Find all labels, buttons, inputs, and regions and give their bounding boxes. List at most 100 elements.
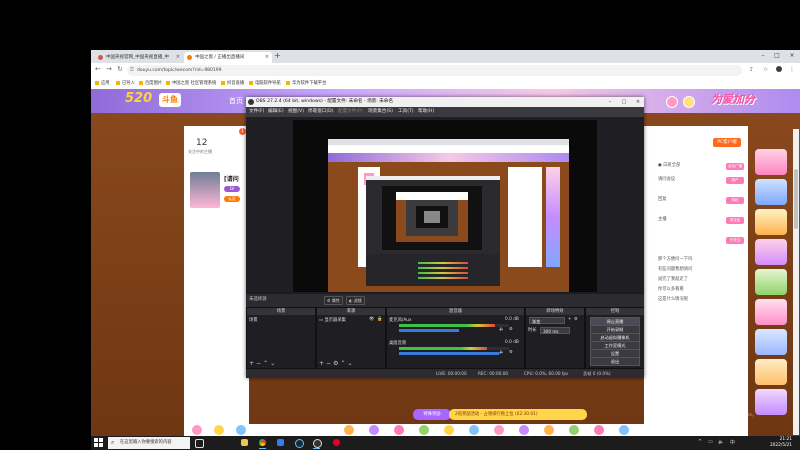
activity-thumb[interactable] bbox=[755, 329, 787, 355]
duration-input[interactable]: 300 ms bbox=[540, 327, 570, 334]
share-icon[interactable]: ⇪ bbox=[749, 66, 754, 73]
activity-thumb[interactable] bbox=[755, 149, 787, 175]
preview-canvas[interactable] bbox=[293, 120, 597, 292]
gift-icon[interactable] bbox=[214, 425, 224, 435]
source-item[interactable]: ▭ 显示器采集 bbox=[319, 317, 346, 323]
bookmark-item[interactable]: 电脑软件导航 bbox=[249, 79, 281, 88]
volume-slider[interactable] bbox=[399, 329, 459, 332]
lock-icon[interactable]: 🔒 bbox=[377, 317, 382, 322]
bookmark-item[interactable]: 中国之窗 社区管理系统 bbox=[166, 79, 216, 88]
netease-music-icon[interactable] bbox=[331, 437, 342, 449]
taskbar-search-input[interactable]: ⌕ 在这里输入你要搜索的内容 bbox=[108, 437, 190, 449]
avatar[interactable] bbox=[666, 96, 678, 108]
gift-icon[interactable] bbox=[619, 425, 629, 435]
filters-button[interactable]: ◐ 滤镜 bbox=[346, 296, 365, 305]
ime-indicator[interactable]: 中 bbox=[730, 439, 735, 446]
scrollbar-thumb[interactable] bbox=[794, 169, 798, 229]
streamer-thumbnail[interactable] bbox=[190, 172, 220, 208]
activity-thumb[interactable] bbox=[755, 179, 787, 205]
avatar[interactable] bbox=[683, 96, 695, 108]
gift-icon[interactable] bbox=[444, 425, 454, 435]
back-icon[interactable]: ← bbox=[95, 65, 101, 73]
menu-help[interactable]: 帮助(H) bbox=[418, 107, 434, 117]
star-icon[interactable]: ☆ bbox=[763, 66, 768, 73]
chat-pill[interactable]: 特权 bbox=[726, 197, 744, 204]
taskbar-clock[interactable]: 21:21 2022/5/21 bbox=[770, 437, 792, 449]
gift-icon[interactable] bbox=[519, 425, 529, 435]
exit-button[interactable]: 退出 bbox=[590, 357, 640, 366]
card-title[interactable]: [请问 bbox=[224, 174, 239, 183]
speaker-icon[interactable]: 🔈 bbox=[499, 327, 504, 332]
new-tab-icon[interactable]: + bbox=[274, 51, 281, 60]
gear-icon[interactable]: ⚙ bbox=[574, 317, 578, 322]
remove-icon[interactable]: − bbox=[256, 360, 263, 367]
gift-icon[interactable] bbox=[419, 425, 429, 435]
close-icon[interactable]: × bbox=[265, 52, 269, 63]
close-icon[interactable]: × bbox=[176, 52, 180, 63]
gift-icon[interactable] bbox=[569, 425, 579, 435]
menu-profile[interactable]: 配置文件(P) bbox=[338, 107, 363, 117]
bookmark-item[interactable]: 百度图片 bbox=[139, 79, 162, 88]
activity-thumb[interactable] bbox=[755, 269, 787, 295]
menu-icon[interactable]: ⋮ bbox=[789, 66, 795, 73]
volume-icon[interactable]: 🔈 bbox=[718, 439, 724, 445]
file-explorer-icon[interactable] bbox=[239, 437, 250, 449]
gift-icon[interactable] bbox=[344, 425, 354, 435]
tab-2[interactable]: 中国之窗 / 正播出直播间 × bbox=[184, 52, 272, 63]
chevron-down-icon[interactable]: ⌄ bbox=[347, 360, 354, 367]
activity-thumb[interactable] bbox=[755, 359, 787, 385]
app-icon[interactable] bbox=[275, 437, 286, 449]
chrome-icon[interactable] bbox=[257, 437, 268, 449]
bookmark-item[interactable]: 抖音直播 bbox=[221, 79, 244, 88]
nav-home[interactable]: 首页 bbox=[229, 96, 243, 106]
activity-thumb[interactable] bbox=[755, 299, 787, 325]
close-icon[interactable]: × bbox=[632, 97, 644, 107]
speaker-icon[interactable]: 🔈 bbox=[499, 350, 504, 355]
gift-icon[interactable] bbox=[544, 425, 554, 435]
transition-select[interactable]: 渐变 bbox=[529, 317, 565, 324]
menu-edit[interactable]: 编辑(E) bbox=[268, 107, 284, 117]
remove-icon[interactable]: − bbox=[326, 360, 333, 367]
activity-thumb[interactable] bbox=[755, 209, 787, 235]
bookmark-item[interactable]: 已导入 bbox=[116, 79, 135, 88]
add-icon[interactable]: + bbox=[568, 317, 572, 322]
reload-icon[interactable]: ↻ bbox=[117, 65, 123, 73]
close-window-icon[interactable]: × bbox=[785, 50, 799, 62]
gift-icon[interactable] bbox=[594, 425, 604, 435]
menu-tools[interactable]: 工具(T) bbox=[398, 107, 414, 117]
gift-icon[interactable] bbox=[236, 425, 246, 435]
gear-icon[interactable]: ⚙ bbox=[509, 350, 513, 355]
menu-file[interactable]: 文件(F) bbox=[249, 107, 264, 117]
chevron-down-icon[interactable]: ⌄ bbox=[270, 360, 277, 367]
chat-pill[interactable]: 用户 bbox=[726, 177, 744, 184]
chat-pill[interactable]: 全站广播 bbox=[726, 163, 744, 170]
chat-pill[interactable]: 关注后 bbox=[726, 217, 744, 224]
douyu-logo[interactable]: 斗鱼 bbox=[159, 93, 181, 107]
volume-slider[interactable] bbox=[399, 352, 499, 355]
maximize-icon[interactable]: □ bbox=[770, 50, 784, 62]
obs-icon[interactable] bbox=[311, 437, 322, 449]
menu-scene-collection[interactable]: 场景集合(S) bbox=[368, 107, 393, 117]
windows-start-icon[interactable] bbox=[94, 438, 104, 448]
chat-pill[interactable]: 已关注 bbox=[726, 237, 744, 244]
gift-icon[interactable] bbox=[469, 425, 479, 435]
tab-1[interactable]: 中国央视官网_中国央视直播_中 × bbox=[95, 52, 183, 63]
pc-client-button[interactable]: PC客户端 bbox=[713, 138, 741, 147]
bookmark-item[interactable]: 应用 bbox=[95, 79, 110, 88]
gift-icon[interactable] bbox=[369, 425, 379, 435]
network-icon[interactable]: ▭ bbox=[708, 439, 713, 445]
steam-icon[interactable] bbox=[293, 437, 304, 449]
minimize-icon[interactable]: – bbox=[604, 97, 616, 107]
activity-thumb[interactable] bbox=[755, 389, 787, 415]
chevron-up-icon[interactable]: ^ bbox=[698, 439, 702, 445]
activity-thumb[interactable] bbox=[755, 239, 787, 265]
scene-item[interactable]: 场景 bbox=[249, 317, 258, 323]
maximize-icon[interactable]: □ bbox=[618, 97, 630, 107]
url-input[interactable]: ⚿ douyu.com/topic/wecom?rid=980199 bbox=[127, 65, 742, 76]
gear-icon[interactable]: ⚙ bbox=[509, 327, 513, 332]
menu-docks[interactable]: 停靠窗口(D) bbox=[308, 107, 334, 117]
add-icon[interactable]: + bbox=[319, 360, 326, 367]
gift-icon[interactable] bbox=[394, 425, 404, 435]
minimize-icon[interactable]: – bbox=[756, 50, 770, 62]
forward-icon[interactable]: → bbox=[106, 65, 112, 73]
